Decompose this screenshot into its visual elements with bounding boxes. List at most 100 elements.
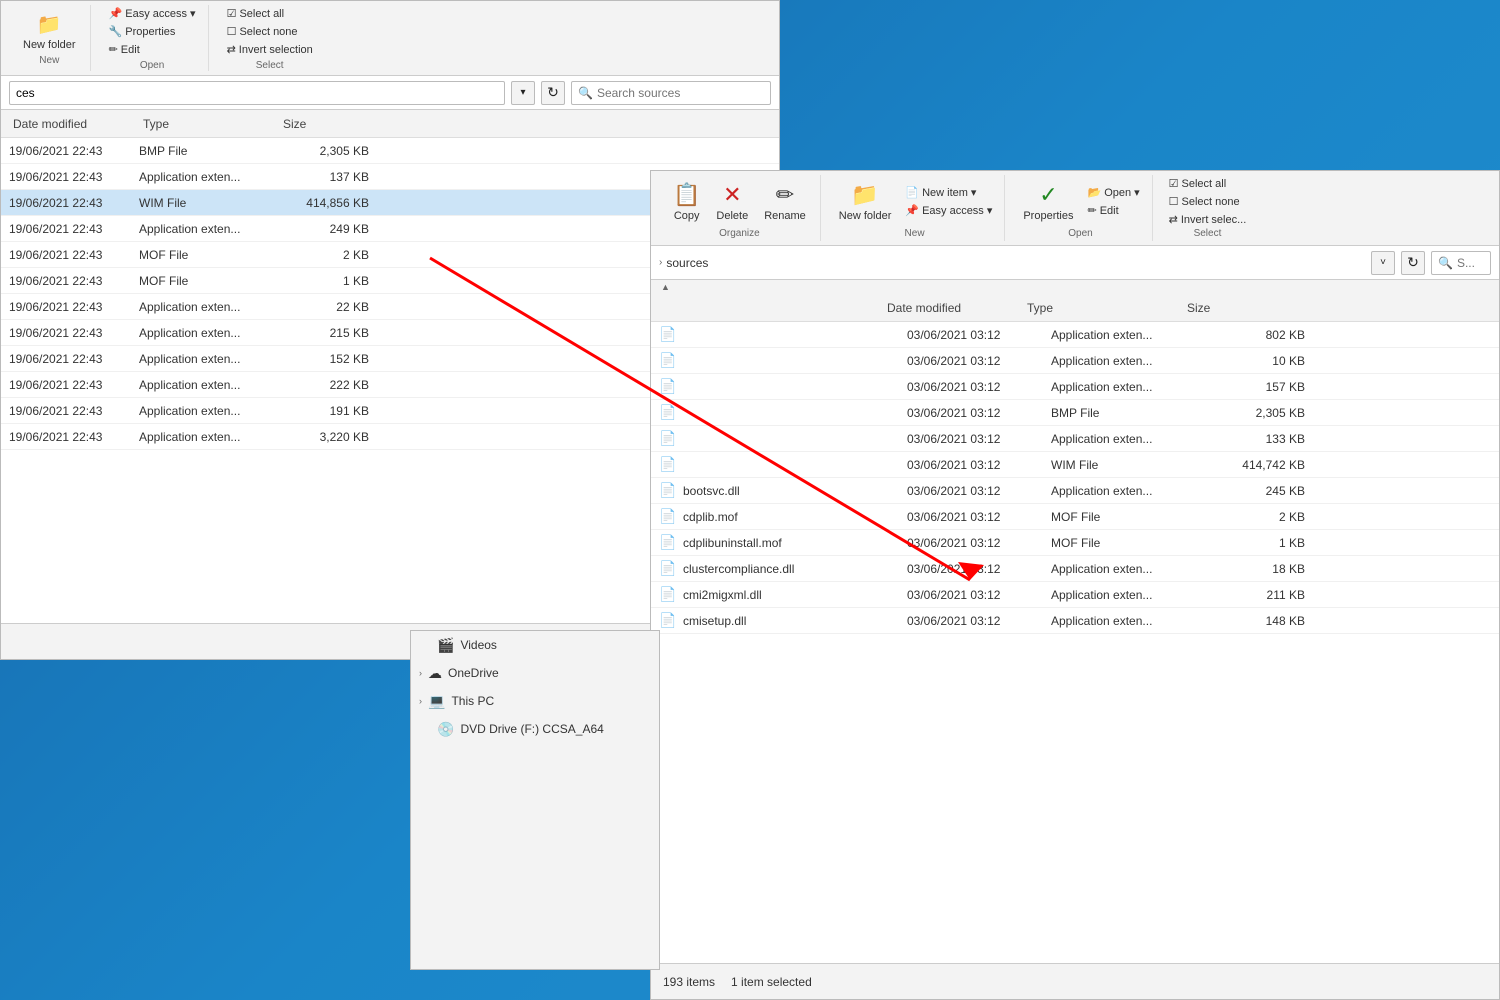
breadcrumb-expand-icon[interactable]: › [659,257,662,268]
file-type: Application exten... [1051,432,1211,446]
right-file-row[interactable]: 📄 03/06/2021 03:12 Application exten... … [651,426,1499,452]
rename-button[interactable]: ✏ Rename [758,175,812,228]
sidebar-item[interactable]: 🎬 Videos [411,631,659,659]
right-file-row[interactable]: 📄 03/06/2021 03:12 BMP File 2,305 KB [651,400,1499,426]
file-date: 19/06/2021 22:43 [9,300,139,314]
col-header-date[interactable]: Date modified [9,117,139,131]
right-file-row[interactable]: 📄 03/06/2021 03:12 Application exten... … [651,322,1499,348]
select-btns: ☑ Select all ☐ Select none ⇄ Invert sele… [1165,175,1251,228]
copy-button[interactable]: 📋 Copy [667,175,706,228]
new-btns: 📁 New folder 📄 New item ▾ 📌 Easy access … [833,175,997,228]
easy-access-button[interactable]: 📌 Easy access ▾ [105,5,200,22]
file-name: cmisetup.dll [683,614,903,628]
rename-icon: ✏ [776,182,794,208]
file-type: Application exten... [139,404,279,418]
col-header-type[interactable]: Type [139,117,279,131]
file-type: Application exten... [139,326,279,340]
sidebar-item-icon: ☁ [428,665,442,682]
properties-button[interactable]: 🔧 Properties [105,23,200,40]
new-folder-button-right[interactable]: 📁 New folder [833,175,898,228]
file-icon: 📄 [659,534,679,551]
right-file-row[interactable]: 📄 clustercompliance.dll 03/06/2021 03:12… [651,556,1499,582]
open-btns: ✓ Properties 📂 Open ▾ ✏ Edit [1017,175,1143,228]
file-size: 211 KB [1215,588,1305,602]
sidebar-item-label: This PC [451,694,494,708]
left-search-box: 🔍 [571,81,771,105]
open-icon: 📂 [1087,186,1101,199]
select-all-button-right[interactable]: ☑ Select all [1165,175,1251,192]
left-column-headers: Date modified Type Size [1,110,779,138]
file-type: Application exten... [139,170,279,184]
sort-asc-icon[interactable]: ▲ [659,280,672,294]
right-file-row[interactable]: 📄 cdplibuninstall.mof 03/06/2021 03:12 M… [651,530,1499,556]
select-all-button-left[interactable]: ☑ Select all [223,5,317,22]
file-type: MOF File [1051,536,1211,550]
col-header-size[interactable]: Size [279,117,369,131]
easy-access-arrow: ▾ [190,7,196,20]
file-date: 19/06/2021 22:43 [9,430,139,444]
properties-button-right[interactable]: ✓ Properties [1017,175,1079,228]
col-header-type-right[interactable]: Type [1019,301,1179,315]
file-size: 3,220 KB [279,430,369,444]
right-file-row[interactable]: 📄 bootsvc.dll 03/06/2021 03:12 Applicati… [651,478,1499,504]
file-date: 03/06/2021 03:12 [907,588,1047,602]
easy-access-button-right[interactable]: 📌 Easy access ▾ [901,202,996,219]
open-col: 📌 Easy access ▾ 🔧 Properties ✏ Edit [105,5,200,58]
breadcrumb-sources[interactable]: sources [666,256,708,270]
file-type: Application exten... [1051,614,1211,628]
right-search-input[interactable] [1457,256,1487,270]
open-button-right[interactable]: 📂 Open ▾ [1083,184,1143,201]
new-item-button[interactable]: 📄 New item ▾ [901,184,996,201]
left-search-input[interactable] [597,86,757,100]
file-type: Application exten... [139,352,279,366]
file-size: 133 KB [1215,432,1305,446]
delete-button[interactable]: ✕ Delete [710,175,754,228]
organize-btns: 📋 Copy ✕ Delete ✏ Rename [667,175,812,228]
right-file-row[interactable]: 📄 03/06/2021 03:12 Application exten... … [651,348,1499,374]
invert-selection-button-right[interactable]: ⇄ Invert selec... [1165,211,1251,228]
refresh-button-right[interactable]: ↻ [1401,251,1425,275]
address-dropdown-btn[interactable]: ▾ [511,81,535,105]
file-date: 03/06/2021 03:12 [907,614,1047,628]
group-open-label-right: Open [1068,228,1092,241]
file-type: Application exten... [139,300,279,314]
right-file-row[interactable]: 📄 03/06/2021 03:12 WIM File 414,742 KB [651,452,1499,478]
edit-button-left[interactable]: ✏ Edit [105,41,200,58]
file-size: 414,742 KB [1215,458,1305,472]
file-size: 1 KB [279,274,369,288]
new-folder-button[interactable]: 📁 New folder [17,10,82,53]
file-type: Application exten... [1051,588,1211,602]
properties-label: Properties [125,26,175,38]
select-none-button-left[interactable]: ☐ Select none [223,23,317,40]
item-count: 193 items [663,975,715,989]
refresh-button-left[interactable]: ↻ [541,81,565,105]
invert-selection-button-left[interactable]: ⇄ Invert selection [223,41,317,58]
col-header-size-right[interactable]: Size [1179,301,1269,315]
rename-label: Rename [764,210,806,222]
file-date: 19/06/2021 22:43 [9,404,139,418]
left-file-row[interactable]: 19/06/2021 22:43 BMP File 2,305 KB [1,138,779,164]
right-file-row[interactable]: 📄 03/06/2021 03:12 Application exten... … [651,374,1499,400]
select-none-button-right[interactable]: ☐ Select none [1165,193,1251,210]
select-all-label: Select all [239,8,284,20]
right-file-row[interactable]: 📄 cmisetup.dll 03/06/2021 03:12 Applicat… [651,608,1499,634]
left-address-input[interactable] [9,81,505,105]
right-file-row[interactable]: 📄 cmi2migxml.dll 03/06/2021 03:12 Applic… [651,582,1499,608]
sidebar-item[interactable]: › 💻 This PC [411,687,659,715]
right-file-row[interactable]: 📄 cdplib.mof 03/06/2021 03:12 MOF File 2… [651,504,1499,530]
col-header-date-right[interactable]: Date modified [879,301,1019,315]
toolbar-group-select: ☑ Select all ☐ Select none ⇄ Invert sele… [215,5,325,71]
file-type: MOF File [139,274,279,288]
edit-button-right[interactable]: ✏ Edit [1083,202,1143,219]
new-folder-icon: 📁 [37,12,62,37]
file-date: 19/06/2021 22:43 [9,222,139,236]
open-small-btns: 📂 Open ▾ ✏ Edit [1083,184,1143,219]
file-date: 03/06/2021 03:12 [907,458,1047,472]
breadcrumb-dropdown[interactable]: ˅ [1371,251,1395,275]
file-size: 2,305 KB [1215,406,1305,420]
sidebar-item[interactable]: › ☁ OneDrive [411,659,659,687]
file-size: 222 KB [279,378,369,392]
sidebar-item[interactable]: 💿 DVD Drive (F:) CCSA_A64 [411,715,659,743]
sidebar-item-icon: 💿 [437,721,454,738]
invert-icon: ⇄ [227,43,236,56]
